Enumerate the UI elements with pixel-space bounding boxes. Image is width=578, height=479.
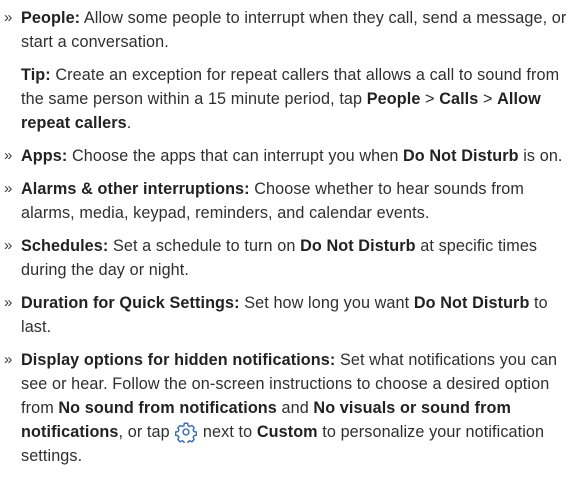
desc-display-and: and — [276, 399, 314, 417]
settings-gear-icon — [175, 421, 198, 445]
bullet-marker: » — [4, 180, 13, 197]
desc-apps-end: is on. — [518, 147, 563, 165]
list-item-schedules: » Schedules: Set a schedule to turn on D… — [0, 234, 578, 282]
path-calls: Calls — [439, 90, 479, 108]
list-item-alarms: » Alarms & other interruptions: Choose w… — [0, 177, 578, 225]
list-item-people: » People: Allow some people to interrupt… — [0, 6, 578, 54]
bullet-marker: » — [4, 294, 13, 311]
desc-schedules: Set a schedule to turn on — [108, 237, 301, 255]
bold-do-not-disturb: Do Not Disturb — [403, 147, 519, 165]
bullet-marker: » — [4, 9, 13, 26]
list-item-apps: » Apps: Choose the apps that can interru… — [0, 144, 578, 168]
desc-apps: Choose the apps that can interrupt you w… — [67, 147, 404, 165]
bold-do-not-disturb: Do Not Disturb — [413, 294, 530, 312]
desc-display-tap: , or tap — [118, 423, 175, 441]
tip-end: . — [126, 114, 132, 132]
bold-no-sound: No sound from notifications — [58, 399, 277, 417]
term-apps: Apps: — [21, 147, 68, 165]
tip-label: Tip: — [21, 66, 51, 84]
list-item-display-options: » Display options for hidden notificatio… — [0, 348, 578, 468]
desc-display-next-to: next to — [198, 423, 257, 441]
dnd-settings-document: » People: Allow some people to interrupt… — [0, 0, 578, 468]
desc-people: Allow some people to interrupt when they… — [21, 9, 567, 51]
list-item-duration: » Duration for Quick Settings: Set how l… — [0, 291, 578, 339]
term-display-options: Display options for hidden notifications… — [21, 351, 336, 369]
bullet-marker: » — [4, 237, 13, 254]
path-separator: > — [478, 90, 498, 108]
desc-duration: Set how long you want — [239, 294, 414, 312]
path-separator: > — [420, 90, 440, 108]
term-alarms: Alarms & other interruptions: — [21, 180, 250, 198]
bold-custom: Custom — [256, 423, 318, 441]
term-schedules: Schedules: — [21, 237, 109, 255]
bullet-marker: » — [4, 351, 13, 368]
bold-do-not-disturb: Do Not Disturb — [300, 237, 416, 255]
tip-paragraph: Tip: Create an exception for repeat call… — [0, 63, 578, 135]
term-duration: Duration for Quick Settings: — [21, 294, 240, 312]
path-people: People — [366, 90, 421, 108]
bullet-marker: » — [4, 147, 13, 164]
term-people: People: — [21, 9, 81, 27]
